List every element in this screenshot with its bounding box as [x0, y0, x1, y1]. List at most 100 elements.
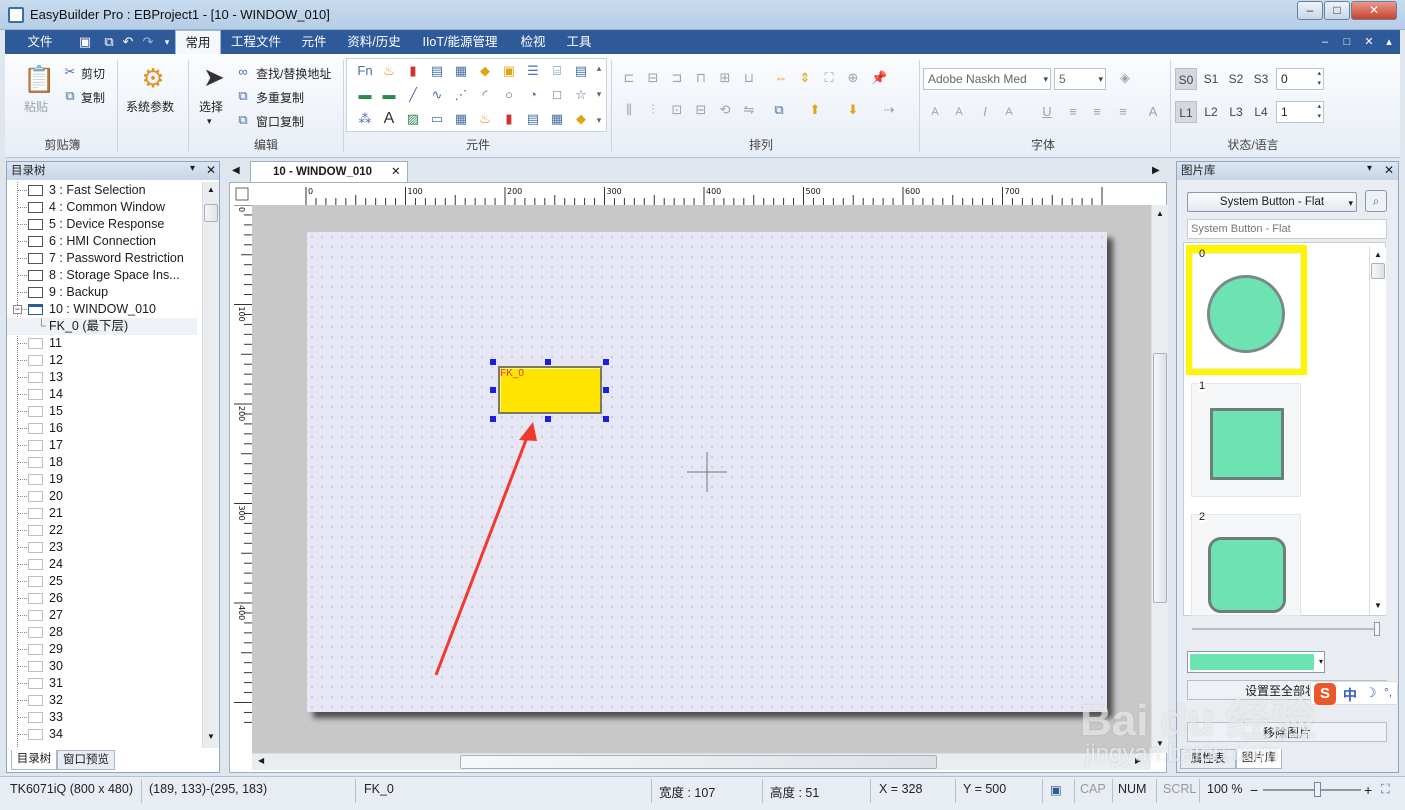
numeric-display-icon[interactable]: ▬ [357, 87, 373, 103]
switch-icon[interactable]: ◆ [573, 111, 589, 127]
zoom-out-icon[interactable]: − [1250, 782, 1258, 798]
language-l1-button[interactable]: L1 [1175, 101, 1197, 123]
same-width-icon[interactable]: ⇔ [773, 70, 789, 86]
tree-item[interactable]: 16 [7, 420, 197, 437]
scroll-thumb[interactable] [1153, 353, 1167, 603]
tree-item[interactable]: 33 [7, 709, 197, 726]
select-dropdown-icon[interactable]: ▾ [207, 116, 212, 127]
same-height-icon[interactable]: ⇕ [797, 70, 813, 86]
distribute-v-icon[interactable]: ⫶ [645, 102, 661, 118]
tree-item[interactable]: 30 [7, 658, 197, 675]
scroll-left-icon[interactable]: ◀ [258, 756, 264, 765]
pin-icon[interactable]: 📌 [871, 70, 887, 86]
tab-scroll-left-icon[interactable]: ◀ [232, 165, 240, 176]
tab-view[interactable]: 检视 [513, 30, 553, 54]
tab-scroll-right-icon[interactable]: ▶ [1152, 165, 1160, 176]
rectangle-icon[interactable]: □ [549, 87, 565, 103]
maximize-button[interactable]: □ [1324, 1, 1350, 20]
toggle-switch-icon[interactable]: ◆ [477, 63, 493, 79]
scroll-thumb[interactable] [204, 204, 218, 222]
tree-item[interactable]: 14 [7, 386, 197, 403]
tree-item[interactable]: └ FK_0 (最下层) [7, 318, 197, 335]
tree-item[interactable]: 4 : Common Window [7, 199, 197, 216]
editor-horizontal-scrollbar[interactable]: ◀ ▶ [252, 753, 1151, 770]
panel-close-icon[interactable]: ✕ [1384, 163, 1394, 177]
panel-close-icon[interactable]: ✕ [206, 163, 216, 177]
font-color-icon[interactable]: A [1001, 104, 1017, 120]
minimize-button[interactable]: – [1297, 1, 1323, 20]
system-parameters-label[interactable]: 系统参数 [126, 98, 174, 115]
state-s3-button[interactable]: S3 [1250, 68, 1272, 90]
mdi-restore-button[interactable]: □ [1337, 30, 1357, 54]
gallery-scroll-down-icon[interactable]: ▾ [591, 86, 607, 102]
gallery-scroll-up-icon[interactable]: ▴ [591, 60, 607, 76]
ascii-icon[interactable]: ⌸ [549, 63, 565, 79]
select-pointer-icon[interactable]: ➤ [203, 62, 225, 92]
tab-window-preview[interactable]: 窗口预览 [57, 750, 115, 770]
traffic-light-icon[interactable]: ▮ [501, 111, 517, 127]
sogou-ime-icon[interactable]: S [1314, 683, 1336, 705]
tab-common[interactable]: 常用 [175, 30, 221, 54]
tree-item[interactable]: 5 : Device Response [7, 216, 197, 233]
word-icon[interactable]: ▤ [525, 111, 541, 127]
library-select[interactable]: System Button - Flat ▾ [1187, 192, 1357, 212]
language-value-spinner[interactable]: 1 ▴ ▾ [1276, 101, 1324, 123]
multi-copy-label[interactable]: 多重复制 [256, 89, 304, 106]
arc-icon[interactable]: ◜ [477, 87, 493, 103]
language-l3-button[interactable]: L3 [1225, 101, 1247, 123]
fit-window-icon[interactable]: ⛶ [1381, 782, 1390, 797]
table-icon[interactable]: ▦ [453, 111, 469, 127]
tree-item[interactable]: 18 [7, 454, 197, 471]
nudge-icon[interactable]: ⇢ [881, 102, 897, 118]
close-button[interactable]: ✕ [1351, 1, 1397, 20]
slider-icon[interactable]: ☰ [525, 63, 541, 79]
find-replace-icon[interactable]: ∞ [235, 64, 251, 80]
tree-item[interactable]: 6 : HMI Connection [7, 233, 197, 250]
tree-item[interactable]: 27 [7, 607, 197, 624]
align-middle-icon[interactable]: ⊞ [717, 70, 733, 86]
layer-order-icon[interactable]: ⧉ [771, 102, 787, 118]
comma-icon[interactable]: °, [1384, 685, 1392, 699]
tree-item[interactable]: 3 : Fast Selection [7, 182, 197, 199]
font-size-select[interactable]: 5 ▾ [1054, 68, 1106, 90]
language-l2-button[interactable]: L2 [1200, 101, 1222, 123]
tree-item[interactable]: 29 [7, 641, 197, 658]
tree-item[interactable]: 19 [7, 471, 197, 488]
same-size-icon[interactable]: ⛶ [821, 70, 837, 86]
editor-vertical-scrollbar[interactable]: ▲ ▼ [1151, 205, 1168, 753]
copy-label[interactable]: 复制 [81, 89, 105, 106]
library-size-slider-track[interactable] [1192, 628, 1378, 630]
tree-item[interactable]: 22 [7, 522, 197, 539]
tree-item[interactable]: 21 [7, 505, 197, 522]
scroll-thumb[interactable] [1371, 263, 1385, 279]
scroll-up-icon[interactable]: ▲ [1156, 209, 1164, 218]
scroll-down-icon[interactable]: ▼ [1374, 601, 1382, 610]
tree-item[interactable]: 15 [7, 403, 197, 420]
library-item[interactable]: 1 [1191, 380, 1301, 497]
numeric-icon[interactable]: ▦ [453, 63, 469, 79]
system-parameters-icon[interactable]: ⚙ [137, 62, 169, 94]
editor-tab[interactable]: 10 - WINDOW_010 ✕ [250, 161, 408, 182]
find-replace-label[interactable]: 查找/替换地址 [256, 65, 331, 82]
tab-project-file[interactable]: 工程文件 [225, 30, 287, 54]
state-value-spinner[interactable]: 0 ▴ ▾ [1276, 68, 1324, 90]
align-top-icon[interactable]: ⊓ [693, 70, 709, 86]
library-path-field[interactable]: System Button - Flat [1187, 219, 1387, 239]
mdi-minimize-button[interactable]: – [1315, 30, 1335, 54]
ribbon-collapse-icon[interactable]: ▴ [1379, 30, 1399, 54]
font-name-select[interactable]: Adobe Naskh Med ▾ [923, 68, 1051, 90]
ime-mode-label[interactable]: 中 [1343, 685, 1357, 705]
ungroup-icon[interactable]: ⊟ [693, 102, 709, 118]
tree-item[interactable]: 32 [7, 692, 197, 709]
scroll-down-icon[interactable]: ▼ [207, 732, 215, 741]
text-icon[interactable]: A [381, 111, 397, 127]
save-status-icon[interactable]: ▣ [1050, 782, 1062, 797]
cut-icon[interactable]: ✂ [62, 64, 78, 80]
mdi-close-button[interactable]: ✕ [1359, 30, 1379, 54]
text-display-icon[interactable]: ▬ [381, 87, 397, 103]
library-size-slider-thumb[interactable] [1374, 622, 1380, 636]
polyline-icon[interactable]: ∿ [429, 87, 445, 103]
spinner-icon[interactable]: ▴ ▾ [1317, 102, 1321, 122]
flip-icon[interactable]: ⇋ [741, 102, 757, 118]
numeric-input-icon[interactable]: ▦ [549, 111, 565, 127]
